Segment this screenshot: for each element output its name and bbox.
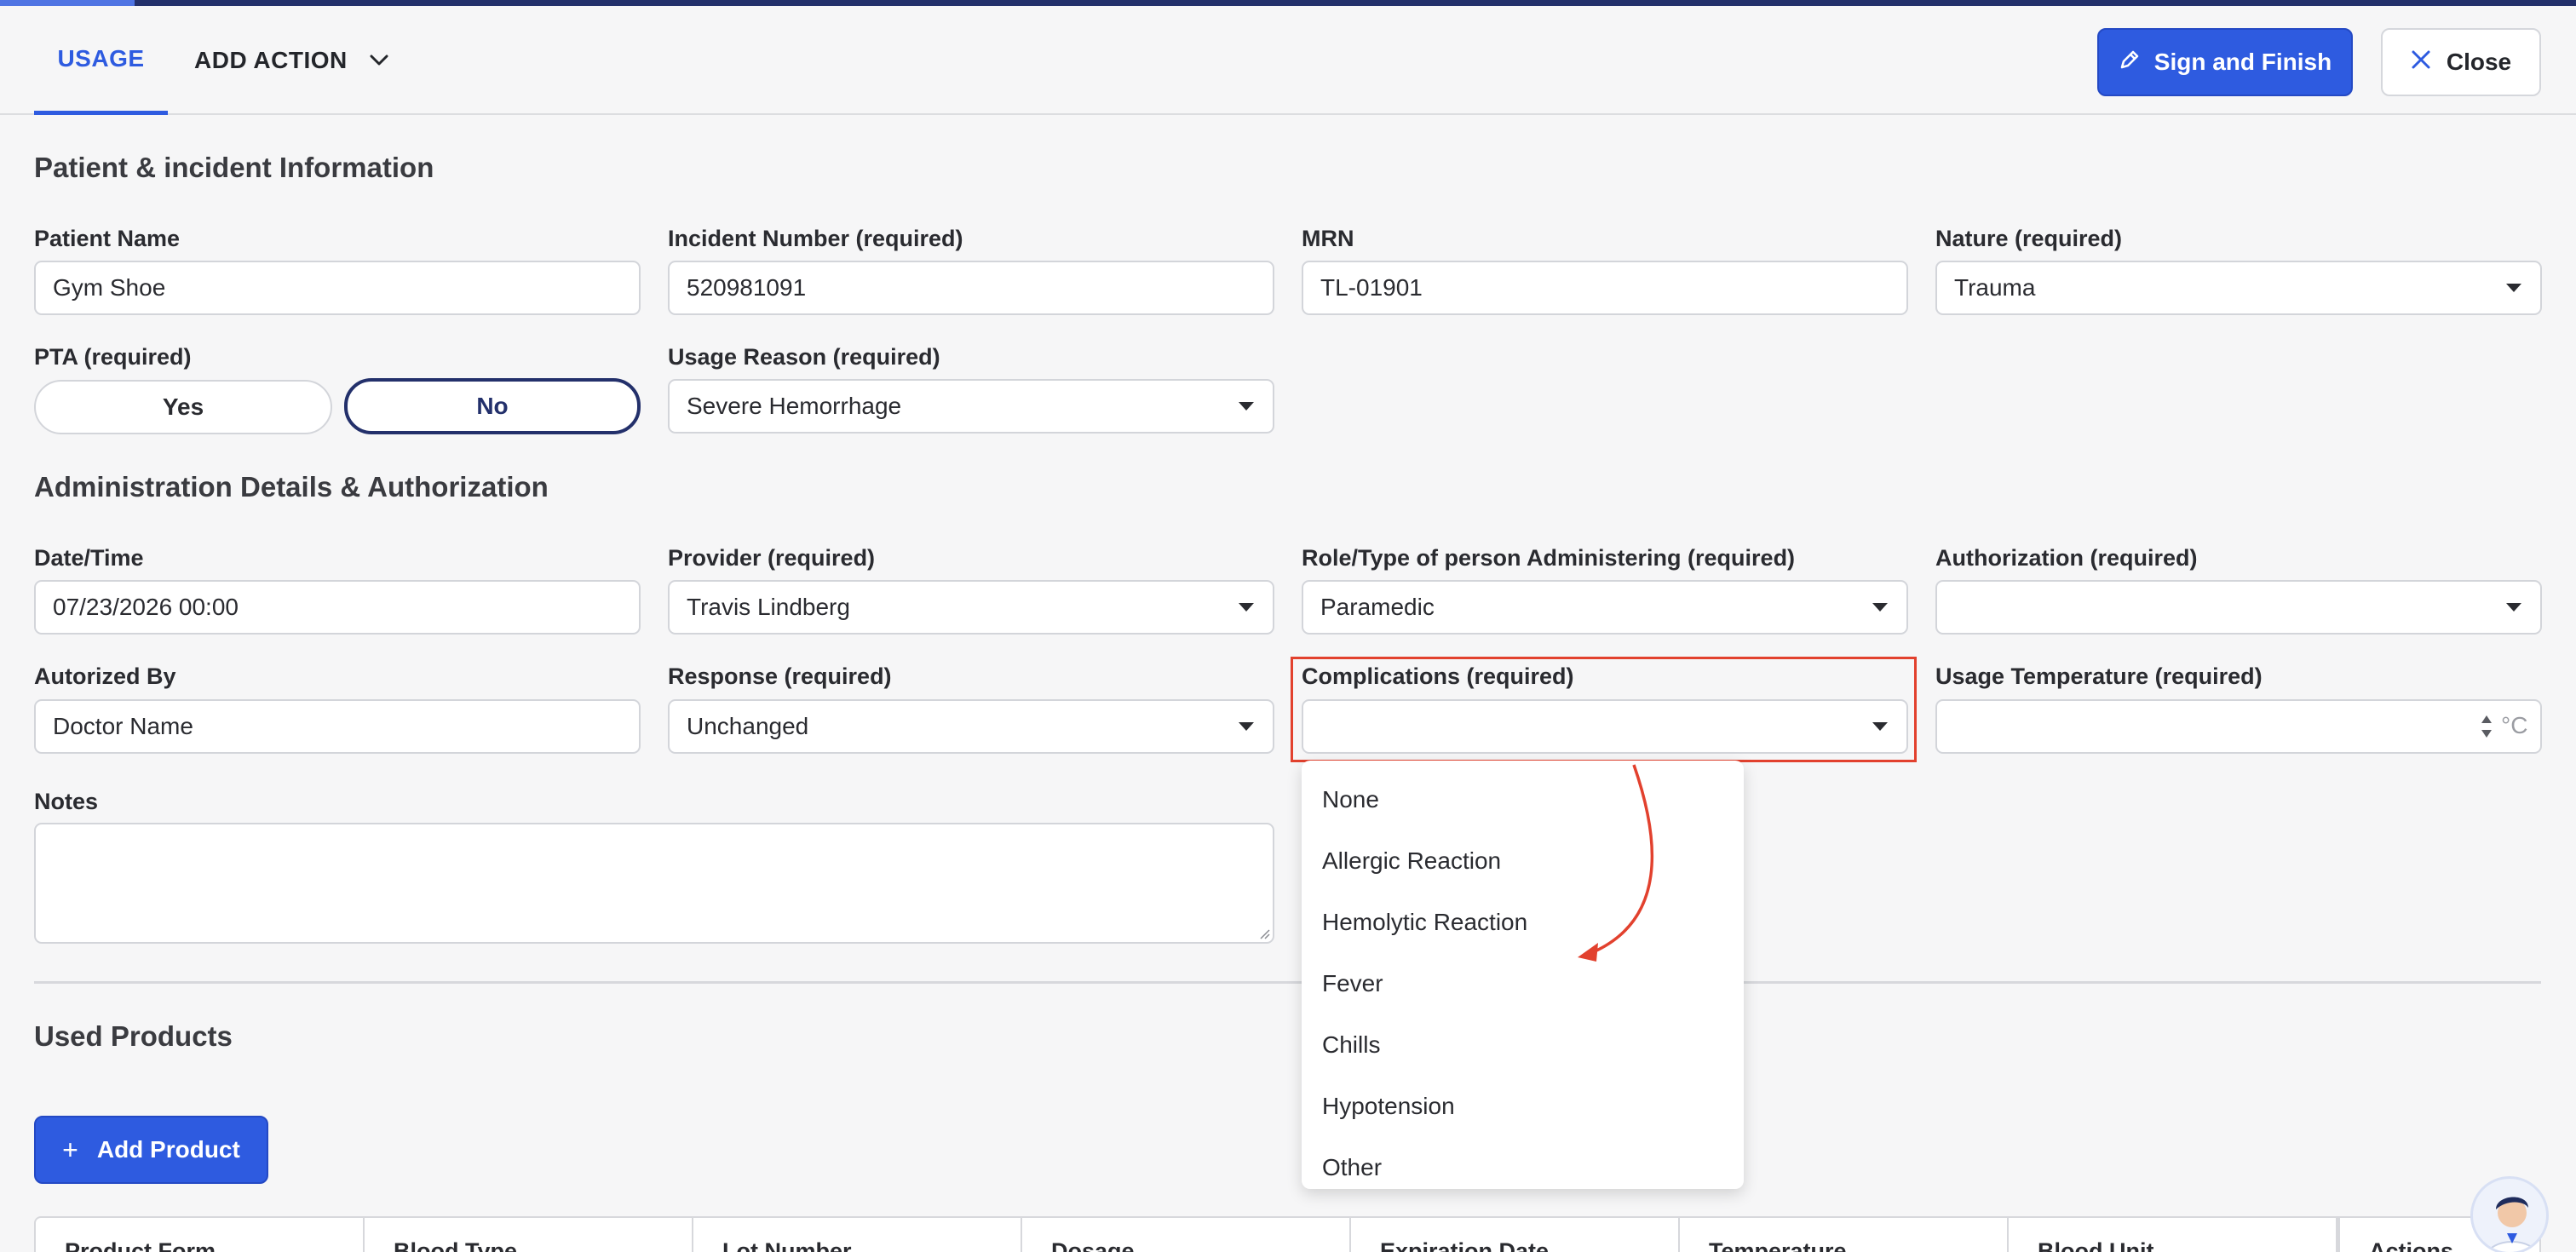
dropdown-option-chills[interactable]: Chills	[1302, 1014, 1744, 1076]
column-header-product-form[interactable]: Product Form	[36, 1218, 365, 1252]
column-header-lot-number[interactable]: Lot Number	[693, 1218, 1022, 1252]
patient-name-field[interactable]: Gym Shoe	[34, 261, 641, 315]
pta-yes-button[interactable]: Yes	[34, 380, 332, 434]
dropdown-caret-icon	[1239, 402, 1254, 411]
authorization-label: Authorization (required)	[1935, 545, 2198, 571]
annotation-highlight-box	[1291, 657, 1917, 762]
dropdown-option-allergic-reaction[interactable]: Allergic Reaction	[1302, 830, 1744, 892]
authorized-by-field[interactable]: Doctor Name	[34, 699, 641, 754]
dropdown-option-none[interactable]: None	[1302, 769, 1744, 830]
patient-name-label: Patient Name	[34, 226, 181, 251]
header: USAGE ADD ACTION Sign and Finish Close	[0, 6, 2576, 115]
role-value: Paramedic	[1320, 594, 1435, 620]
mrn-value: TL-01901	[1320, 274, 1423, 301]
mrn-label: MRN	[1302, 226, 1354, 251]
add-product-button[interactable]: + Add Product	[34, 1116, 268, 1184]
resize-grip-icon[interactable]	[1256, 926, 1270, 939]
dropdown-option-other[interactable]: Other	[1302, 1137, 1744, 1198]
close-label: Close	[2446, 49, 2512, 75]
date-time-label: Date/Time	[34, 545, 144, 571]
date-time-value: 07/23/2026 00:00	[53, 594, 239, 620]
dropdown-caret-icon	[1872, 603, 1888, 612]
patient-name-value: Gym Shoe	[53, 274, 166, 301]
tab-add-action[interactable]: ADD ACTION	[194, 6, 388, 115]
top-accent-bar	[0, 0, 2576, 6]
dropdown-caret-icon	[2506, 603, 2521, 612]
top-progress-indicator	[0, 0, 135, 6]
role-label: Role/Type of person Administering (requi…	[1302, 545, 1796, 571]
authorized-by-label: Autorized By	[34, 663, 176, 689]
usage-reason-select[interactable]: Severe Hemorrhage	[668, 379, 1274, 434]
add-product-label: Add Product	[96, 1136, 240, 1163]
plus-icon: +	[62, 1134, 78, 1165]
tab-usage[interactable]: USAGE	[34, 6, 168, 115]
sign-and-finish-button[interactable]: Sign and Finish	[2097, 28, 2353, 96]
assistant-avatar[interactable]	[2470, 1176, 2549, 1252]
incident-number-value: 520981091	[687, 274, 807, 301]
nature-select[interactable]: Trauma	[1935, 261, 2542, 315]
chevron-down-icon	[370, 55, 388, 66]
section-title-used-products: Used Products	[34, 1020, 233, 1052]
stepper-up-icon[interactable]	[2481, 714, 2493, 724]
dropdown-caret-icon	[1239, 722, 1254, 731]
column-header-dosage[interactable]: Dosage	[1022, 1218, 1351, 1252]
mrn-field[interactable]: TL-01901	[1302, 261, 1908, 315]
column-header-blood-type[interactable]: Blood Type	[365, 1218, 693, 1252]
role-select[interactable]: Paramedic	[1302, 580, 1908, 635]
section-title-patient: Patient & incident Information	[34, 152, 434, 183]
provider-label: Provider (required)	[668, 545, 876, 571]
response-value: Unchanged	[687, 713, 809, 739]
notes-textarea[interactable]	[34, 823, 1274, 944]
incident-number-field[interactable]: 520981091	[668, 261, 1274, 315]
pen-icon	[2119, 49, 2154, 77]
used-products-table: Product Form Blood Type Lot Number Dosag…	[34, 1216, 2541, 1252]
dropdown-option-hypotension[interactable]: Hypotension	[1302, 1076, 1744, 1137]
temperature-unit: °C	[2501, 712, 2528, 738]
temperature-stepper[interactable]	[2481, 714, 2493, 739]
sign-and-finish-label: Sign and Finish	[2153, 49, 2332, 75]
nature-label: Nature (required)	[1935, 226, 2123, 251]
pta-no-button[interactable]: No	[344, 378, 641, 434]
date-time-field[interactable]: 07/23/2026 00:00	[34, 580, 641, 635]
section-title-administration: Administration Details & Authorization	[34, 471, 549, 503]
dropdown-option-fever[interactable]: Fever	[1302, 953, 1744, 1014]
response-select[interactable]: Unchanged	[668, 699, 1274, 754]
nature-value: Trauma	[1954, 274, 2036, 301]
column-header-temperature[interactable]: Temperature	[1680, 1218, 2009, 1252]
tab-usage-label: USAGE	[57, 44, 145, 72]
authorization-select[interactable]	[1935, 580, 2542, 635]
authorized-by-value: Doctor Name	[53, 713, 193, 739]
section-divider	[34, 981, 2541, 984]
usage-temperature-input[interactable]	[1935, 699, 2542, 754]
stepper-down-icon[interactable]	[2481, 729, 2493, 739]
pta-label: PTA (required)	[34, 344, 192, 370]
dropdown-option-hemolytic-reaction[interactable]: Hemolytic Reaction	[1302, 892, 1744, 953]
close-icon	[2411, 49, 2447, 76]
usage-temperature-label: Usage Temperature (required)	[1935, 663, 2263, 689]
dropdown-caret-icon	[2506, 284, 2521, 292]
provider-value: Travis Lindberg	[687, 594, 850, 620]
complications-dropdown-menu: None Allergic Reaction Hemolytic Reactio…	[1302, 761, 1744, 1189]
column-header-expiration-date[interactable]: Expiration Date	[1351, 1218, 1680, 1252]
response-label: Response (required)	[668, 663, 892, 689]
usage-reason-label: Usage Reason (required)	[668, 344, 940, 370]
incident-number-label: Incident Number (required)	[668, 226, 963, 251]
dropdown-caret-icon	[1239, 603, 1254, 612]
usage-reason-value: Severe Hemorrhage	[687, 393, 902, 419]
provider-select[interactable]: Travis Lindberg	[668, 580, 1274, 635]
tab-add-action-label: ADD ACTION	[194, 47, 348, 73]
column-header-blood-unit[interactable]: Blood Unit	[2009, 1218, 2337, 1252]
notes-label: Notes	[34, 789, 99, 814]
close-button[interactable]: Close	[2381, 28, 2541, 96]
